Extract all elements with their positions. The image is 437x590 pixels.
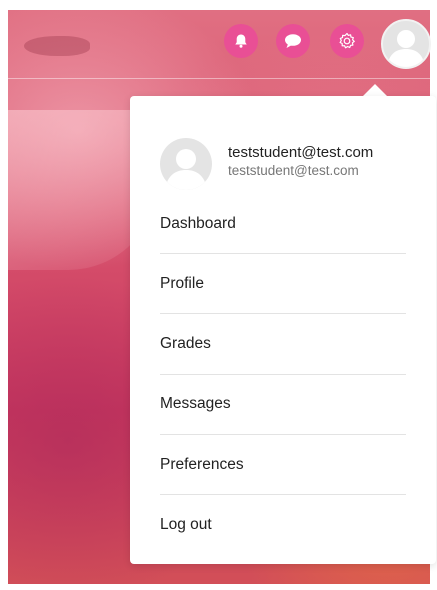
- menu-pointer-arrow: [363, 84, 387, 96]
- user-info[interactable]: teststudent@test.com teststudent@test.co…: [160, 138, 373, 190]
- menu-item-profile[interactable]: Profile: [160, 254, 406, 314]
- bell-icon: [235, 34, 247, 48]
- user-name: teststudent@test.com: [228, 143, 374, 161]
- notifications-button[interactable]: [224, 24, 258, 58]
- background-fish-shape: [24, 36, 90, 56]
- chat-bubble-icon: [285, 34, 301, 48]
- menu-item-log-out[interactable]: Log out: [160, 495, 406, 555]
- user-avatar-button[interactable]: [381, 19, 431, 69]
- user-text: teststudent@test.com teststudent@test.co…: [228, 144, 373, 179]
- menu-item-preferences[interactable]: Preferences: [160, 435, 406, 495]
- menu-item-grades[interactable]: Grades: [160, 314, 406, 374]
- settings-button[interactable]: [330, 24, 364, 58]
- messages-button[interactable]: [276, 24, 310, 58]
- user-avatar: [160, 138, 212, 190]
- header-divider: [8, 78, 430, 79]
- gear-icon: [339, 32, 355, 49]
- user-email: teststudent@test.com: [228, 162, 359, 178]
- menu-item-dashboard[interactable]: Dashboard: [160, 194, 406, 254]
- user-silhouette-icon: [165, 149, 207, 190]
- user-dropdown-menu: teststudent@test.com teststudent@test.co…: [130, 96, 436, 564]
- menu-item-messages[interactable]: Messages: [160, 374, 406, 434]
- user-silhouette-icon: [387, 30, 425, 67]
